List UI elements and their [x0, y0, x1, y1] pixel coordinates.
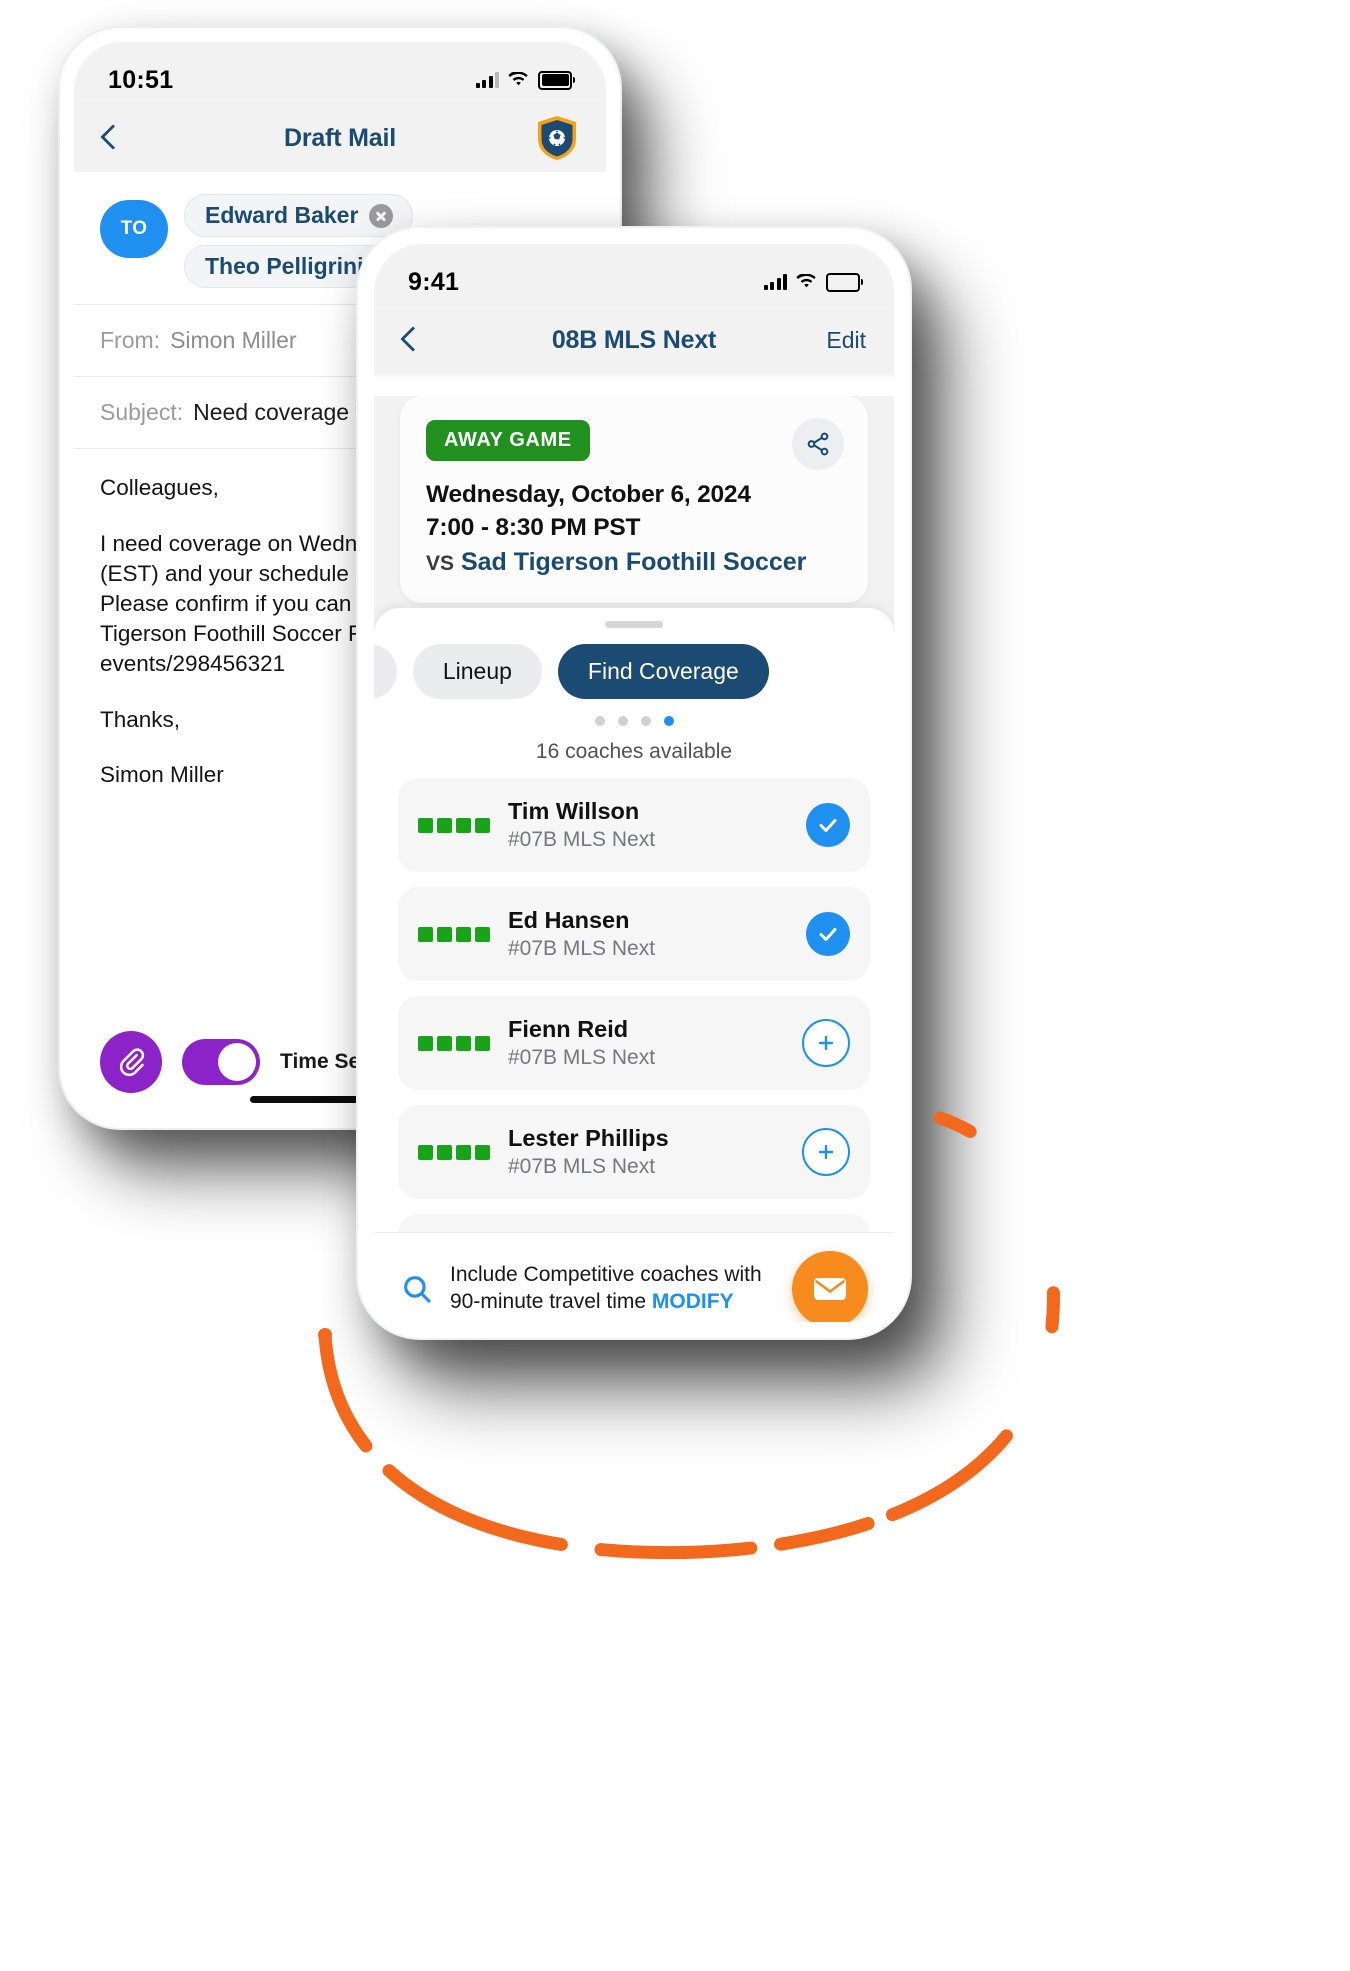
page-title: 08B MLS Next [551, 325, 717, 354]
rating-bars [418, 1144, 496, 1160]
game-date: Wednesday, October 6, 2024 [426, 481, 751, 508]
coach-info: Tim Willson #07B MLS Next [508, 798, 806, 852]
page-dot[interactable] [640, 716, 651, 726]
check-glyph [819, 819, 837, 832]
coach-team: #07B MLS Next [508, 828, 656, 851]
sheet-grabber[interactable] [605, 621, 663, 628]
tab-find-coverage[interactable]: Find Coverage [557, 644, 769, 699]
page-dot-active[interactable] [663, 716, 674, 726]
wifi-icon [796, 274, 816, 288]
coach-info: Ed Hansen #07B MLS Next [508, 907, 806, 961]
opponent-name: Sad Tigerson Foothill Soccer [460, 548, 807, 576]
status-time: 9:41 [408, 267, 460, 296]
phone-find-coverage: 9:41 08B MLS Next Edit AWAY GAME Wednesd… [358, 228, 910, 1338]
modify-link[interactable]: MODIFY [652, 1290, 734, 1313]
coach-name: Tim Willson [508, 798, 640, 824]
plus-glyph [818, 1035, 834, 1051]
status-icons [763, 272, 863, 292]
game-opponent-row: VS Sad Tigerson Foothill Soccer [426, 548, 842, 577]
status-time: 10:51 [108, 65, 174, 94]
time-sensitive-toggle[interactable] [182, 1039, 260, 1085]
share-icon[interactable] [792, 418, 844, 470]
coverage-sheet: ter Lineup Find Coverage 16 coaches avai… [374, 608, 894, 1322]
recipient-name: Theo Pelligrini [205, 253, 364, 279]
page-dot[interactable] [617, 716, 628, 726]
check-circle-icon[interactable] [806, 912, 850, 956]
remove-chip-icon[interactable] [369, 203, 394, 228]
game-nav-bar: 08B MLS Next Edit [374, 306, 894, 374]
envelope-glyph [814, 1277, 846, 1300]
coach-name: Fienn Reid [508, 1016, 629, 1042]
envelope-icon[interactable] [792, 1250, 868, 1322]
plus-circle-icon[interactable] [802, 1019, 850, 1067]
rating-bars [418, 1035, 496, 1051]
coach-info: Lester Phillips #07B MLS Next [508, 1125, 802, 1179]
edit-button[interactable]: Edit [826, 327, 866, 354]
coach-name: Lester Phillips [508, 1125, 669, 1151]
cellular-signal-icon [763, 274, 787, 290]
cellular-signal-icon [475, 72, 499, 88]
list-item[interactable]: Fienn Reid #07B MLS Next [398, 996, 870, 1090]
check-circle-icon[interactable] [806, 803, 850, 847]
status-bar: 10:51 [74, 42, 606, 104]
filter-description: Include Competitive coaches with 90-minu… [450, 1262, 776, 1315]
to-badge: TO [100, 200, 168, 258]
coach-team: #07B MLS Next [508, 937, 656, 960]
from-label: From: [100, 327, 161, 353]
paperclip-glyph [119, 1048, 145, 1077]
coach-team: #07B MLS Next [508, 1046, 656, 1069]
list-item[interactable]: Lester Phillips #07B MLS Next [398, 1105, 870, 1199]
recipient-chip[interactable]: Edward Baker [184, 194, 414, 237]
paperclip-icon[interactable] [100, 1031, 162, 1093]
game-summary-card: AWAY GAME Wednesday, October 6, 2024 7:0… [400, 396, 868, 603]
plus-circle-icon[interactable] [802, 1128, 850, 1176]
status-bar: 9:41 [374, 244, 894, 306]
check-glyph [819, 928, 837, 941]
coaches-available-count: 16 coaches available [535, 740, 733, 763]
soccer-shield-icon[interactable] [536, 115, 578, 161]
wifi-icon [508, 72, 528, 86]
tab-roster[interactable]: ter [374, 644, 397, 699]
page-title: Draft Mail [284, 123, 396, 152]
status-icons [475, 70, 575, 90]
rating-bars [418, 926, 496, 942]
chevron-left-icon[interactable] [102, 126, 116, 150]
chevron-left-icon[interactable] [402, 328, 416, 352]
nav-right-slot: Edit [826, 327, 866, 354]
coach-info: Fienn Reid #07B MLS Next [508, 1016, 802, 1070]
list-item[interactable]: Ed Hansen #07B MLS Next [398, 887, 870, 981]
list-item[interactable]: Tim Willson #07B MLS Next [398, 778, 870, 872]
screenshot-stage: 10:51 Draft Mail TO Edward Baker Theo Pe… [0, 0, 1350, 1971]
coach-name: Ed Hansen [508, 907, 630, 933]
share-glyph [807, 432, 829, 456]
filter-bar: Include Competitive coaches with 90-minu… [374, 1232, 894, 1322]
page-dots [374, 716, 894, 726]
plus-glyph [818, 1144, 834, 1160]
find-coverage-screen: 9:41 08B MLS Next Edit AWAY GAME Wednesd… [374, 244, 894, 1322]
mail-nav-bar: Draft Mail [74, 104, 606, 172]
status-badge: AWAY GAME [426, 420, 590, 461]
from-value: Simon Miller [170, 327, 297, 353]
battery-icon [826, 272, 863, 292]
recipient-name: Edward Baker [205, 202, 359, 228]
rating-bars [418, 817, 496, 833]
search-icon[interactable] [400, 1272, 434, 1306]
nav-right-slot [536, 115, 578, 161]
vs-label: VS [426, 552, 455, 575]
tab-lineup[interactable]: Lineup [412, 644, 542, 699]
coach-team: #07B MLS Next [508, 1155, 656, 1178]
subject-label: Subject: [100, 399, 184, 425]
page-dot[interactable] [594, 716, 605, 726]
tab-strip: ter Lineup Find Coverage [374, 628, 894, 699]
battery-icon [538, 70, 575, 90]
game-time: 7:00 - 8:30 PM PST [426, 514, 641, 541]
game-content: AWAY GAME Wednesday, October 6, 2024 7:0… [374, 396, 894, 1322]
